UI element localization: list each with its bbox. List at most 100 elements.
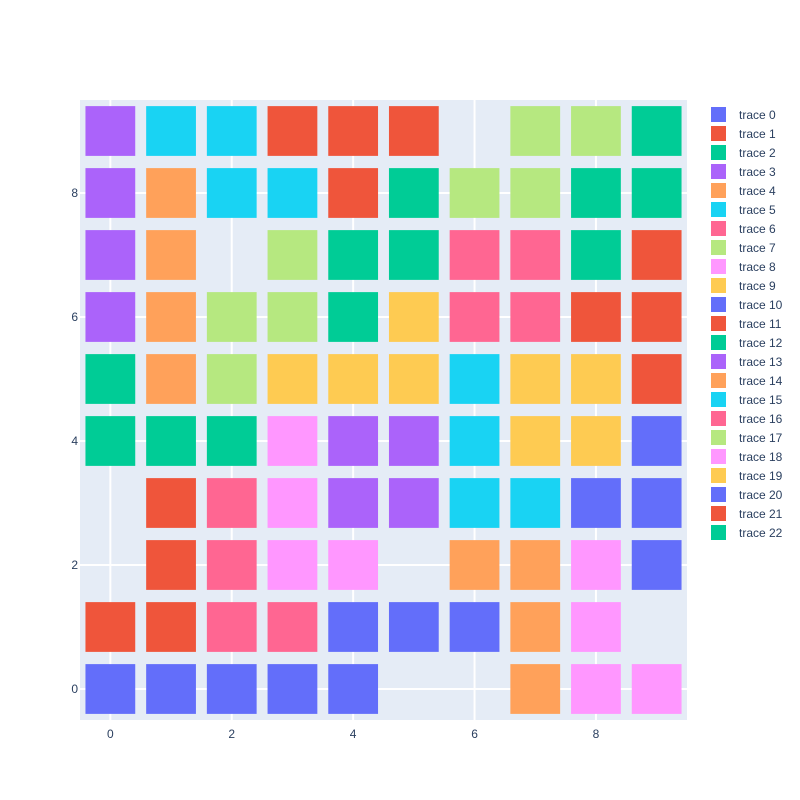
- data-point-square[interactable]: [388, 230, 439, 280]
- data-point-square[interactable]: [328, 106, 379, 156]
- data-point-square[interactable]: [388, 478, 439, 528]
- data-point-square[interactable]: [328, 230, 379, 280]
- legend-item[interactable]: trace 19: [711, 468, 783, 483]
- data-point-square[interactable]: [449, 416, 500, 466]
- legend-item[interactable]: trace 14: [711, 373, 783, 388]
- data-point-square[interactable]: [571, 416, 621, 466]
- data-point-square[interactable]: [571, 478, 621, 528]
- data-point-square[interactable]: [267, 292, 318, 342]
- data-point-square[interactable]: [631, 106, 682, 156]
- legend-item[interactable]: trace 3: [711, 164, 776, 179]
- data-point-square[interactable]: [510, 664, 561, 714]
- data-point-square[interactable]: [571, 540, 621, 590]
- data-point-square[interactable]: [388, 602, 439, 652]
- data-point-square[interactable]: [206, 478, 257, 528]
- legend[interactable]: trace 0 trace 1 trace 2 trace 3 trace 4 trace…: [711, 107, 783, 540]
- data-point-square[interactable]: [146, 230, 196, 280]
- legend-item[interactable]: trace 8: [711, 259, 776, 274]
- data-point-square[interactable]: [510, 106, 561, 156]
- data-point-square[interactable]: [146, 540, 196, 590]
- data-point-square[interactable]: [631, 416, 682, 466]
- legend-item[interactable]: trace 4: [711, 183, 776, 198]
- data-point-square[interactable]: [388, 106, 439, 156]
- data-point-square[interactable]: [449, 354, 500, 404]
- data-point-square[interactable]: [267, 168, 318, 218]
- data-point-square[interactable]: [510, 540, 561, 590]
- data-point-square[interactable]: [510, 602, 561, 652]
- data-point-square[interactable]: [571, 106, 621, 156]
- data-point-square[interactable]: [267, 602, 318, 652]
- data-point-square[interactable]: [631, 664, 682, 714]
- data-point-square[interactable]: [206, 602, 257, 652]
- data-point-square[interactable]: [388, 416, 439, 466]
- legend-item[interactable]: trace 22: [711, 525, 783, 540]
- legend-item[interactable]: trace 6: [711, 221, 776, 236]
- data-point-square[interactable]: [85, 602, 136, 652]
- data-point-square[interactable]: [449, 602, 500, 652]
- legend-item[interactable]: trace 21: [711, 506, 783, 521]
- data-point-square[interactable]: [206, 540, 257, 590]
- legend-item[interactable]: trace 11: [711, 316, 782, 331]
- data-point-square[interactable]: [85, 106, 136, 156]
- data-point-square[interactable]: [449, 478, 500, 528]
- data-point-square[interactable]: [571, 354, 621, 404]
- data-point-square[interactable]: [146, 354, 196, 404]
- data-point-square[interactable]: [388, 354, 439, 404]
- data-point-square[interactable]: [328, 478, 379, 528]
- data-point-square[interactable]: [85, 416, 136, 466]
- legend-item[interactable]: trace 13: [711, 354, 783, 369]
- legend-item[interactable]: trace 17: [711, 430, 783, 445]
- legend-item[interactable]: trace 10: [711, 297, 783, 312]
- data-point-square[interactable]: [206, 354, 257, 404]
- data-point-square[interactable]: [328, 416, 379, 466]
- data-point-square[interactable]: [206, 292, 257, 342]
- data-point-square[interactable]: [388, 292, 439, 342]
- data-point-square[interactable]: [510, 416, 561, 466]
- data-point-square[interactable]: [388, 168, 439, 218]
- data-point-square[interactable]: [328, 292, 379, 342]
- legend-item[interactable]: trace 16: [711, 411, 783, 426]
- data-point-square[interactable]: [510, 478, 561, 528]
- data-point-square[interactable]: [85, 168, 136, 218]
- data-point-square[interactable]: [146, 478, 196, 528]
- legend-item[interactable]: trace 9: [711, 278, 776, 293]
- data-point-square[interactable]: [146, 106, 196, 156]
- data-point-square[interactable]: [328, 602, 379, 652]
- data-point-square[interactable]: [267, 354, 318, 404]
- data-point-square[interactable]: [328, 168, 379, 218]
- data-point-square[interactable]: [85, 230, 136, 280]
- data-point-square[interactable]: [510, 354, 561, 404]
- data-point-square[interactable]: [206, 664, 257, 714]
- data-point-square[interactable]: [267, 478, 318, 528]
- legend-item[interactable]: trace 5: [711, 202, 776, 217]
- data-point-square[interactable]: [510, 292, 561, 342]
- data-point-square[interactable]: [571, 168, 621, 218]
- data-point-square[interactable]: [206, 416, 257, 466]
- data-point-square[interactable]: [146, 602, 196, 652]
- data-point-square[interactable]: [510, 168, 561, 218]
- legend-item[interactable]: trace 2: [711, 145, 776, 160]
- data-point-square[interactable]: [85, 664, 136, 714]
- data-point-square[interactable]: [206, 106, 257, 156]
- data-point-square[interactable]: [146, 416, 196, 466]
- data-point-square[interactable]: [631, 168, 682, 218]
- legend-item[interactable]: trace 12: [711, 335, 783, 350]
- legend-item[interactable]: trace 20: [711, 487, 783, 502]
- data-point-square[interactable]: [267, 416, 318, 466]
- data-point-square[interactable]: [571, 664, 621, 714]
- data-point-square[interactable]: [631, 540, 682, 590]
- data-point-square[interactable]: [571, 292, 621, 342]
- data-point-square[interactable]: [631, 354, 682, 404]
- data-point-square[interactable]: [449, 168, 500, 218]
- data-point-square[interactable]: [328, 354, 379, 404]
- legend-item[interactable]: trace 7: [711, 240, 776, 255]
- data-point-square[interactable]: [449, 230, 500, 280]
- data-point-square[interactable]: [146, 664, 196, 714]
- data-point-square[interactable]: [510, 230, 561, 280]
- data-point-square[interactable]: [571, 230, 621, 280]
- data-point-square[interactable]: [85, 292, 136, 342]
- data-point-square[interactable]: [631, 230, 682, 280]
- data-point-square[interactable]: [631, 292, 682, 342]
- data-point-square[interactable]: [146, 168, 196, 218]
- legend-item[interactable]: trace 1: [711, 126, 776, 141]
